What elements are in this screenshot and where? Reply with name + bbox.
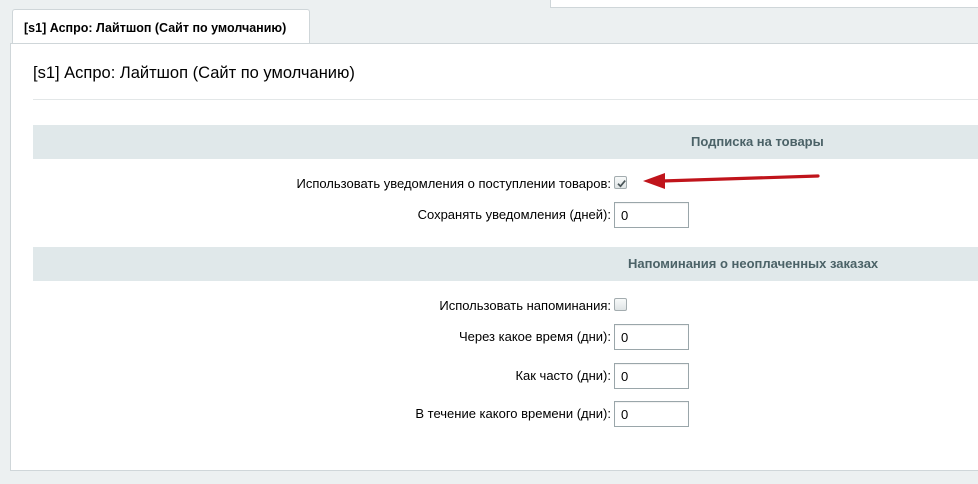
use-notifications-checkbox[interactable] [614,176,627,189]
section-header-label: Напоминания о неоплаченных заказах [628,256,879,271]
use-reminders-checkbox[interactable] [614,298,627,311]
during-days-input[interactable] [614,401,689,427]
row-after-days: Через какое время (дни): [33,324,978,350]
row-use-reminders: Использовать напоминания: [33,293,978,319]
row-keep-days: Сохранять уведомления (дней): [33,202,978,228]
red-arrow-annotation-icon [643,173,820,189]
during-days-label: В течение какого времени (дни): [415,406,611,421]
keep-days-input[interactable] [614,202,689,228]
page-title: [s1] Аспро: Лайтшоп (Сайт по умолчанию) [33,64,355,82]
divider [33,99,978,100]
keep-days-label: Сохранять уведомления (дней): [417,207,611,222]
row-during-days: В течение какого времени (дни): [33,401,978,427]
use-reminders-label: Использовать напоминания: [439,298,611,313]
settings-panel: [s1] Аспро: Лайтшоп (Сайт по умолчанию) … [10,43,978,471]
row-frequency: Как часто (дни): [33,363,978,389]
row-use-notifications: Использовать уведомления о поступлении т… [33,171,978,197]
top-field-box [550,0,978,8]
section-header-label: Подписка на товары [691,134,824,149]
section-header-reminders: Напоминания о неоплаченных заказах [33,247,978,281]
frequency-label: Как часто (дни): [515,368,611,383]
use-notifications-label: Использовать уведомления о поступлении т… [296,176,611,191]
after-days-input[interactable] [614,324,689,350]
after-days-label: Через какое время (дни): [458,329,611,344]
tab-site-s1[interactable]: [s1] Аспро: Лайтшоп (Сайт по умолчанию) [12,9,310,43]
checkmark-icon [617,180,626,188]
section-header-subscription: Подписка на товары [33,125,978,159]
frequency-input[interactable] [614,363,689,389]
